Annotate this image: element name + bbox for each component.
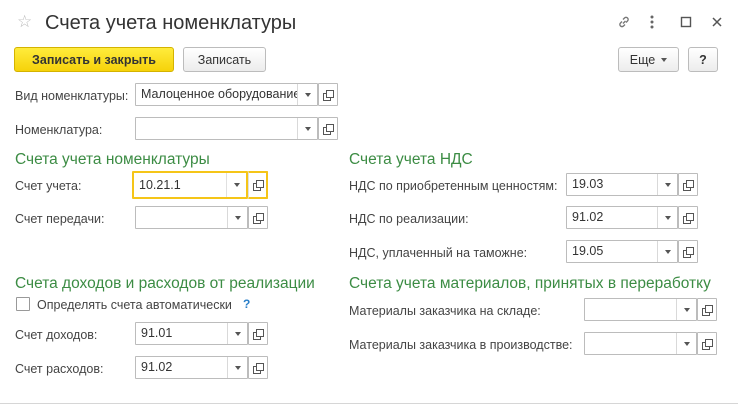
account-value: 10.21.1 <box>139 178 181 192</box>
materials-production-select[interactable] <box>584 332 697 355</box>
open-expense-button[interactable] <box>248 356 268 379</box>
maximize-icon[interactable] <box>676 12 696 32</box>
vat-customs-value: 19.05 <box>572 244 604 258</box>
materials-production-value <box>585 333 676 354</box>
open-vat-customs-button[interactable] <box>678 240 698 263</box>
dropdown-icon[interactable] <box>227 357 247 378</box>
income-label: Счет доходов: <box>15 328 98 342</box>
dropdown-icon[interactable] <box>297 118 317 139</box>
open-materials-warehouse-button[interactable] <box>697 298 717 321</box>
open-vat-sales-button[interactable] <box>678 206 698 229</box>
open-transfer-button[interactable] <box>248 206 268 229</box>
more-vertical-icon[interactable] <box>642 12 662 32</box>
kind-select[interactable]: Малоценное оборудование <box>135 83 318 106</box>
item-label: Номенклатура: <box>15 123 103 137</box>
income-value: 91.01 <box>141 326 173 340</box>
open-materials-production-button[interactable] <box>697 332 717 355</box>
vat-customs-label: НДС, уплаченный на таможне: <box>349 246 528 260</box>
vat-customs-select[interactable]: 19.05 <box>566 240 678 263</box>
open-icon <box>323 89 334 101</box>
open-icon <box>683 179 694 191</box>
transfer-label: Счет передачи: <box>15 212 105 226</box>
open-icon <box>683 212 694 224</box>
income-select[interactable]: 91.01 <box>135 322 248 345</box>
chevron-down-icon <box>661 57 668 62</box>
more-button[interactable]: Еще <box>618 47 679 72</box>
dropdown-icon[interactable] <box>657 207 677 228</box>
dropdown-icon[interactable] <box>226 173 246 197</box>
item-accounts-header: Счета учета номенклатуры <box>15 151 210 168</box>
account-select[interactable]: 10.21.1 <box>132 171 248 199</box>
open-icon <box>253 328 264 340</box>
open-icon <box>253 212 264 224</box>
close-icon[interactable] <box>707 12 727 32</box>
open-income-button[interactable] <box>248 322 268 345</box>
auto-accounts-label[interactable]: Определять счета автоматически <box>37 297 232 313</box>
help-button[interactable]: ? <box>688 47 718 72</box>
dropdown-icon[interactable] <box>227 207 247 228</box>
materials-warehouse-value <box>585 299 676 320</box>
open-kind-button[interactable] <box>318 83 338 106</box>
vat-purchased-value: 19.03 <box>572 177 604 191</box>
account-label: Счет учета: <box>15 179 82 193</box>
dropdown-icon[interactable] <box>676 333 696 354</box>
item-select[interactable] <box>135 117 318 140</box>
open-vat-purchased-button[interactable] <box>678 173 698 196</box>
more-button-label: Еще <box>629 52 656 67</box>
materials-header: Счета учета материалов, принятых в перер… <box>349 275 711 292</box>
materials-production-label: Материалы заказчика в производстве: <box>349 338 573 352</box>
vat-sales-select[interactable]: 91.02 <box>566 206 678 229</box>
page-title: Счета учета номенклатуры <box>45 12 297 34</box>
vat-sales-label: НДС по реализации: <box>349 212 469 226</box>
materials-warehouse-select[interactable] <box>584 298 697 321</box>
dropdown-icon[interactable] <box>676 299 696 320</box>
open-icon <box>252 180 264 191</box>
auto-accounts-checkbox[interactable] <box>16 297 30 311</box>
open-icon <box>253 362 264 374</box>
transfer-select[interactable] <box>135 206 248 229</box>
window-bottom-border <box>0 403 738 404</box>
item-value <box>136 118 297 139</box>
link-icon[interactable] <box>614 12 634 32</box>
open-item-button[interactable] <box>318 117 338 140</box>
transfer-value <box>136 207 227 228</box>
dropdown-icon[interactable] <box>297 84 317 105</box>
vat-sales-value: 91.02 <box>572 210 604 224</box>
open-icon <box>702 304 713 316</box>
open-icon <box>323 123 334 135</box>
favorite-star-icon[interactable]: ☆ <box>17 12 32 32</box>
open-icon <box>683 246 694 258</box>
auto-accounts-help-icon[interactable]: ? <box>243 297 250 311</box>
income-expense-header: Счета доходов и расходов от реализации <box>15 275 315 292</box>
open-account-button[interactable] <box>248 171 268 199</box>
expense-label: Счет расходов: <box>15 362 104 376</box>
dropdown-icon[interactable] <box>227 323 247 344</box>
vat-accounts-header: Счета учета НДС <box>349 151 473 168</box>
dropdown-icon[interactable] <box>657 174 677 195</box>
vat-purchased-select[interactable]: 19.03 <box>566 173 678 196</box>
expense-select[interactable]: 91.02 <box>135 356 248 379</box>
expense-value: 91.02 <box>141 360 173 374</box>
open-icon <box>702 338 713 350</box>
kind-value: Малоценное оборудование <box>141 87 297 101</box>
dropdown-icon[interactable] <box>657 241 677 262</box>
save-and-close-button[interactable]: Записать и закрыть <box>14 47 174 72</box>
vat-purchased-label: НДС по приобретенным ценностям: <box>349 179 558 193</box>
kind-label: Вид номенклатуры: <box>15 89 129 103</box>
materials-warehouse-label: Материалы заказчика на складе: <box>349 304 541 318</box>
save-button[interactable]: Записать <box>183 47 266 72</box>
